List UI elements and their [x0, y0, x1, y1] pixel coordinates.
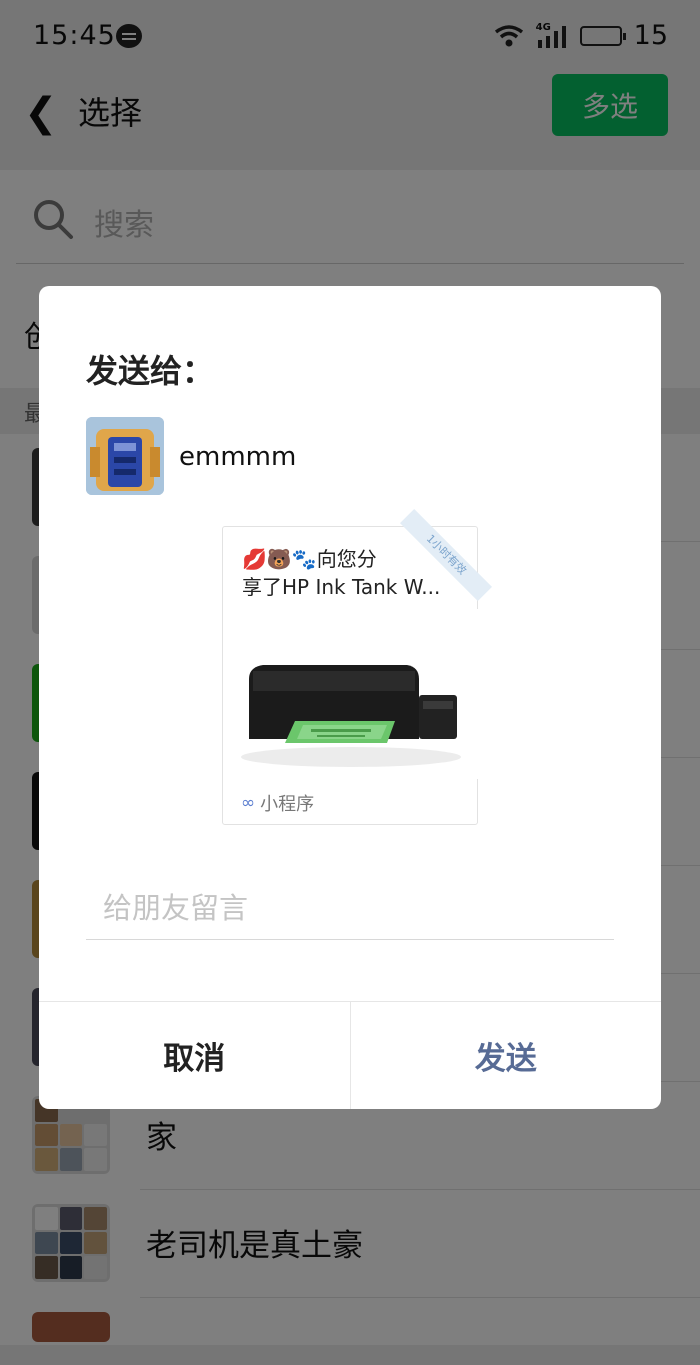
cancel-button[interactable]: 取消 [39, 1002, 351, 1109]
mini-program-card: 💋🐻🐾向您分 享了HP Ink Tank W... 1小时有效 ∞ 小程序 [222, 509, 492, 825]
message-field-wrapper [86, 886, 614, 940]
printer-image [223, 609, 479, 779]
recipient-avatar [86, 417, 164, 495]
card-title-line2: 享了HP Ink Tank W... [242, 575, 441, 599]
recipient-name: emmmm [179, 442, 297, 472]
card-footer: ∞ 小程序 [241, 790, 314, 816]
card-title: 💋🐻🐾向您分 享了HP Ink Tank W... [242, 545, 462, 601]
message-input[interactable] [86, 886, 614, 930]
send-button[interactable]: 发送 [351, 1002, 662, 1109]
card-footer-label: 小程序 [260, 794, 315, 815]
dialog-actions: 取消 发送 [39, 1001, 661, 1109]
dialog-title: 发送给： [86, 352, 215, 390]
mini-program-icon: ∞ [241, 793, 256, 813]
share-dialog: 发送给： emmmm 💋🐻🐾向您分 享了HP Ink Tank W... 1小时… [39, 286, 661, 1109]
